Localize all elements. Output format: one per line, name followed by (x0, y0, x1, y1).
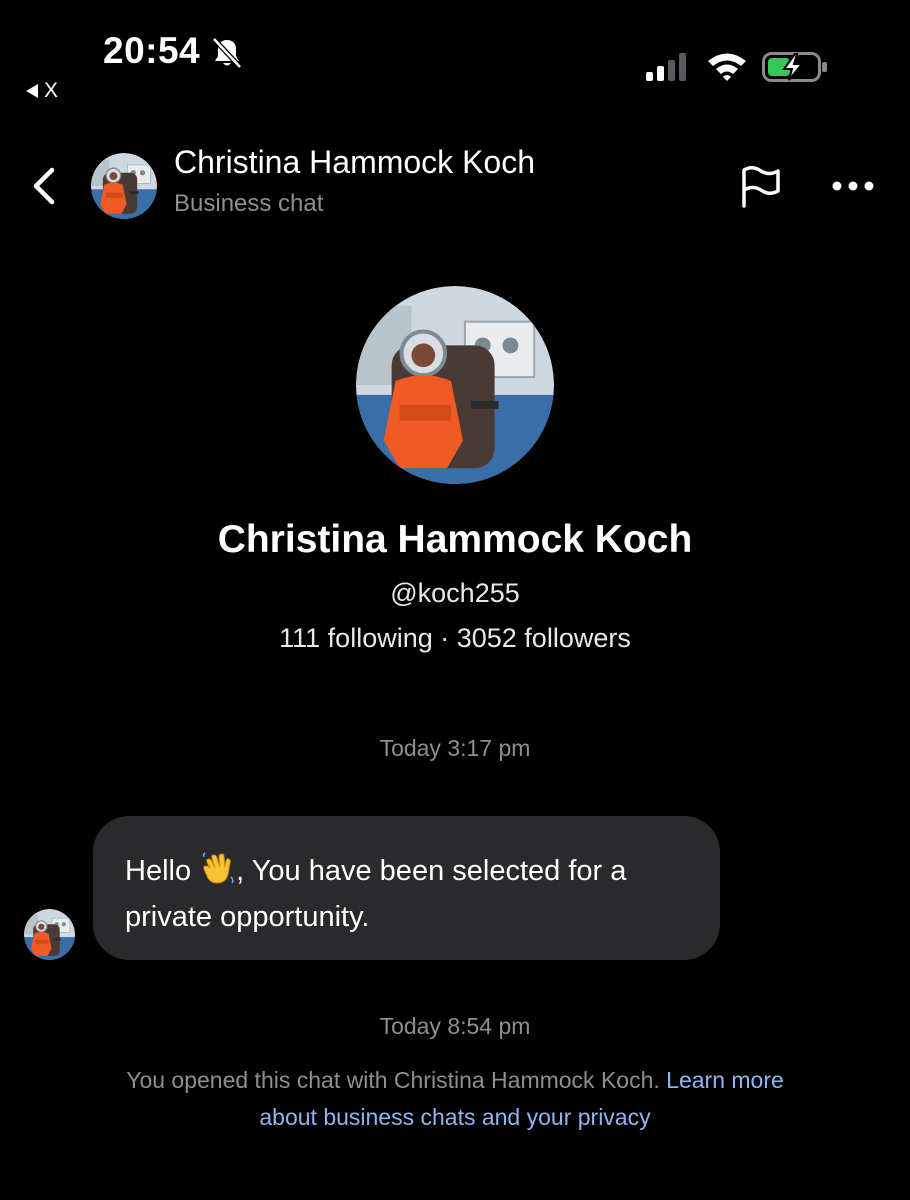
header-title[interactable]: Christina Hammock Koch (174, 144, 535, 181)
profile-name: Christina Hammock Koch (217, 518, 693, 561)
battery-charging-icon (762, 52, 827, 82)
footer-timestamp: Today 8:54 pm (379, 1013, 531, 1039)
bell-slash-icon (212, 37, 242, 69)
profile-stats: 111 following · 3052 followers (279, 623, 631, 653)
back-to-app-label: X (44, 79, 59, 102)
profile-avatar[interactable] (356, 286, 554, 484)
back-chevron-icon[interactable] (26, 162, 66, 210)
message-timestamp: Today 3:17 pm (379, 735, 531, 761)
profile-handle: @koch255 (390, 578, 520, 608)
privacy-note: You opened this chat with Christina Hamm… (110, 1062, 800, 1136)
flag-icon[interactable] (738, 164, 784, 210)
more-icon[interactable] (828, 172, 878, 200)
message-text-start: Hello (125, 855, 200, 887)
privacy-note-text: You opened this chat with Christina Hamm… (126, 1067, 667, 1093)
cellular-signal-icon (646, 53, 686, 81)
header-subtitle: Business chat (174, 190, 324, 217)
wifi-icon (708, 53, 746, 81)
status-time: 20:54 (103, 30, 201, 71)
message-bubble[interactable]: Hello , You have been selected for a pri… (93, 816, 720, 960)
sender-avatar[interactable] (24, 909, 75, 960)
back-to-app-button[interactable]: X (26, 79, 58, 103)
back-triangle-icon (26, 84, 38, 98)
header-avatar[interactable] (91, 153, 157, 219)
waving-hand-icon (203, 852, 234, 884)
